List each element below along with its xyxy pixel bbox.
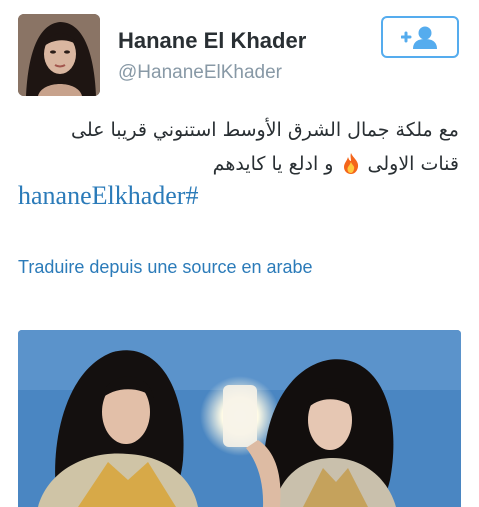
fire-emoji-icon (343, 153, 358, 174)
hashtag-link[interactable]: hananeElkhader# (18, 181, 198, 211)
translate-link[interactable]: Traduire depuis une source en arabe (18, 257, 313, 278)
tweet-text-line-2: قنات الاولى و ادلع يا كايدهم (18, 152, 459, 175)
photo-image (18, 330, 461, 507)
avatar-image (18, 14, 100, 96)
follow-button[interactable] (381, 16, 459, 58)
display-name[interactable]: Hanane El Khader (118, 28, 306, 54)
tweet-text-segment: قنات الاولى (367, 153, 459, 175)
add-user-icon (401, 26, 437, 49)
user-handle[interactable]: @HananeElKhader (118, 62, 282, 84)
tweet-photo[interactable] (18, 330, 461, 507)
tweet-text-segment: و ادلع يا كايدهم (212, 153, 334, 175)
profile-avatar[interactable] (18, 14, 100, 96)
tweet-text-line-1: مع ملكة جمال الشرق الأوسط استنوني قريبا … (71, 119, 459, 141)
